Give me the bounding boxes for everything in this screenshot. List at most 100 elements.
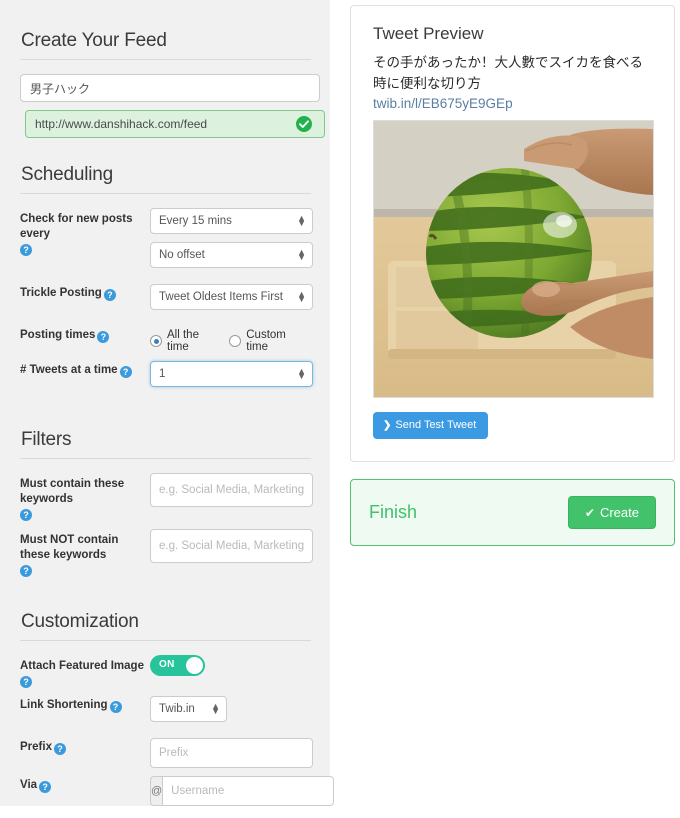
at-symbol-addon: @ <box>150 776 163 806</box>
toggle-knob <box>186 657 203 674</box>
must-not-contain-label-group: Must NOT contain these keywords ? <box>20 529 150 577</box>
offset-select-wrap: No offset ▲ ▼ <box>150 242 313 268</box>
finish-card: Finish ✔ Create <box>350 479 675 546</box>
help-icon[interactable]: ? <box>20 676 32 688</box>
link-shortening-controls: Twib.in ▲ ▼ <box>150 696 315 730</box>
check-frequency-select[interactable]: Every 15 mins <box>150 208 313 234</box>
create-feed-heading: Create Your Feed <box>21 30 167 51</box>
must-contain-label-group: Must contain these keywords ? <box>20 473 150 521</box>
prefix-input[interactable] <box>150 738 313 768</box>
send-test-tweet-label: Send Test Tweet <box>395 419 477 431</box>
help-icon[interactable]: ? <box>103 289 116 301</box>
must-not-contain-input[interactable] <box>150 529 313 563</box>
filters-divider <box>20 458 311 459</box>
help-icon[interactable]: ? <box>109 701 122 713</box>
customization-divider <box>20 640 311 641</box>
must-not-contain-label: Must NOT contain these keywords <box>20 534 119 561</box>
posting-times-radio-group: All the time Custom time <box>150 326 315 353</box>
preview-column: Tweet Preview その手があったか！大人數でスイカを食べる時に便利な切… <box>350 5 675 546</box>
posting-times-controls: All the time Custom time <box>150 326 315 353</box>
offset-select[interactable]: No offset <box>150 242 313 268</box>
must-not-contain-row: Must NOT contain these keywords ? <box>15 529 315 577</box>
trickle-posting-row: Trickle Posting? Tweet Oldest Items Firs… <box>15 284 315 318</box>
finish-label: Finish <box>369 502 418 522</box>
scheduling-divider <box>20 193 311 194</box>
tweet-preview-image <box>373 120 654 398</box>
must-contain-input[interactable] <box>150 473 313 507</box>
must-contain-row: Must contain these keywords ? <box>15 473 315 521</box>
posting-times-label: Posting times <box>20 329 96 341</box>
via-input-group: @ <box>150 776 335 806</box>
scheduling-heading: Scheduling <box>21 164 114 185</box>
help-icon[interactable]: ? <box>119 366 132 378</box>
via-label-group: Via? <box>20 776 150 793</box>
attach-featured-image-label: Attach Featured Image <box>20 660 144 672</box>
tweets-at-a-time-label: # Tweets at a time <box>20 364 118 376</box>
link-shortening-label-group: Link Shortening? <box>20 696 150 713</box>
check-frequency-controls: Every 15 mins ▲ ▼ No offset ▲ ▼ <box>150 208 315 276</box>
tweets-at-a-time-row: # Tweets at a time? 1 ▲ ▼ <box>15 361 315 395</box>
trickle-posting-controls: Tweet Oldest Items First ▲ ▼ <box>150 284 315 318</box>
filters-heading: Filters <box>21 429 72 450</box>
tweet-preview-link[interactable]: twib.in/l/EB675yE9GEp <box>373 96 652 111</box>
trickle-posting-label: Trickle Posting <box>20 287 102 299</box>
tweets-at-a-time-select-wrap: 1 ▲ ▼ <box>150 361 313 387</box>
customization-heading: Customization <box>21 611 139 632</box>
posting-times-label-group: Posting times? <box>20 326 150 343</box>
link-shortening-select-wrap: Twib.in ▲ ▼ <box>150 696 227 722</box>
help-icon[interactable]: ? <box>20 509 32 521</box>
feed-url-wrapper <box>20 110 325 138</box>
prefix-row: Prefix? <box>15 738 315 768</box>
feed-name-input[interactable] <box>20 74 320 102</box>
trickle-posting-label-group: Trickle Posting? <box>20 284 150 301</box>
radio-custom-time-label: Custom time <box>246 329 286 353</box>
create-button[interactable]: ✔ Create <box>567 496 656 529</box>
help-icon[interactable]: ? <box>20 565 32 577</box>
prefix-label-group: Prefix? <box>20 738 150 755</box>
chevron-right-icon: ❯ <box>383 420 392 431</box>
radio-custom-time[interactable] <box>229 335 242 347</box>
attach-featured-image-toggle[interactable]: ON <box>150 655 205 676</box>
posting-times-row: Posting times? All the time Custom time <box>15 326 315 353</box>
check-frequency-row: Check for new posts every ? Every 15 min… <box>15 208 315 276</box>
radio-all-the-time-label: All the time <box>167 329 199 353</box>
heading-divider <box>20 59 311 60</box>
feed-url-input[interactable] <box>25 110 325 138</box>
check-frequency-label-group: Check for new posts every ? <box>20 208 150 256</box>
create-button-label: Create <box>599 505 639 520</box>
link-shortening-select[interactable]: Twib.in <box>150 696 227 722</box>
attach-featured-image-label-group: Attach Featured Image ? <box>20 655 150 688</box>
check-frequency-select-wrap: Every 15 mins ▲ ▼ <box>150 208 313 234</box>
attach-featured-image-controls: ON <box>150 655 315 681</box>
link-shortening-label: Link Shortening <box>20 699 108 711</box>
feed-setup-page: Create Your Feed Scheduling Check for ne… <box>0 0 680 818</box>
via-controls: @ <box>150 776 335 806</box>
tweets-at-a-time-controls: 1 ▲ ▼ <box>150 361 315 395</box>
prefix-controls <box>150 738 315 768</box>
help-icon[interactable]: ? <box>53 743 66 755</box>
help-icon[interactable]: ? <box>20 244 32 256</box>
help-icon[interactable]: ? <box>39 781 52 793</box>
via-label: Via <box>20 779 38 791</box>
tweet-preview-text: その手があったか！大人數でスイカを食べる時に便利な切り方 <box>373 55 643 92</box>
must-not-contain-controls <box>150 529 315 563</box>
send-test-tweet-button[interactable]: ❯ Send Test Tweet <box>373 412 489 439</box>
tweets-at-a-time-select[interactable]: 1 <box>150 361 313 387</box>
help-icon[interactable]: ? <box>97 331 110 343</box>
radio-all-the-time[interactable] <box>150 335 162 347</box>
via-username-input[interactable] <box>162 776 335 806</box>
toggle-state-label: ON <box>159 659 175 670</box>
url-valid-check-icon <box>296 116 312 132</box>
must-contain-controls <box>150 473 315 507</box>
via-row: Via? @ <box>15 776 335 806</box>
tweet-preview-card: Tweet Preview その手があったか！大人數でスイカを食べる時に便利な切… <box>350 5 675 462</box>
trickle-posting-select-wrap: Tweet Oldest Items First ▲ ▼ <box>150 284 313 310</box>
prefix-label: Prefix <box>20 741 52 753</box>
feed-settings-panel: Create Your Feed Scheduling Check for ne… <box>0 0 335 806</box>
trickle-posting-select[interactable]: Tweet Oldest Items First <box>150 284 313 310</box>
must-contain-label: Must contain these keywords <box>20 478 125 505</box>
watermelon-photo <box>374 121 653 397</box>
link-shortening-row: Link Shortening? Twib.in ▲ ▼ <box>15 696 315 730</box>
tweets-at-a-time-label-group: # Tweets at a time? <box>20 361 150 378</box>
check-frequency-label: Check for new posts every <box>20 213 133 240</box>
